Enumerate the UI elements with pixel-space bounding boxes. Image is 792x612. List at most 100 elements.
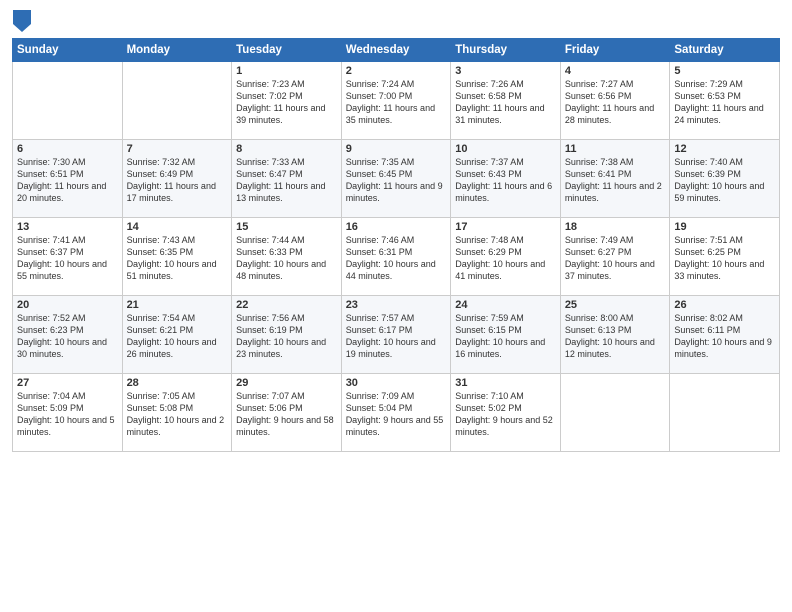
day-number: 29 xyxy=(236,377,337,389)
calendar-cell: 26Sunrise: 8:02 AM Sunset: 6:11 PM Dayli… xyxy=(670,296,780,374)
day-info: Sunrise: 7:26 AM Sunset: 6:58 PM Dayligh… xyxy=(455,78,556,127)
calendar-cell: 24Sunrise: 7:59 AM Sunset: 6:15 PM Dayli… xyxy=(451,296,561,374)
day-number: 12 xyxy=(674,143,775,155)
calendar-cell: 11Sunrise: 7:38 AM Sunset: 6:41 PM Dayli… xyxy=(560,140,670,218)
calendar-cell xyxy=(560,374,670,452)
calendar-cell xyxy=(13,62,123,140)
day-of-week-header: Monday xyxy=(122,39,232,62)
day-number: 2 xyxy=(346,65,447,77)
calendar-cell: 16Sunrise: 7:46 AM Sunset: 6:31 PM Dayli… xyxy=(341,218,451,296)
day-number: 9 xyxy=(346,143,447,155)
day-info: Sunrise: 7:54 AM Sunset: 6:21 PM Dayligh… xyxy=(127,312,228,361)
day-number: 27 xyxy=(17,377,118,389)
calendar-cell: 9Sunrise: 7:35 AM Sunset: 6:45 PM Daylig… xyxy=(341,140,451,218)
calendar-cell: 3Sunrise: 7:26 AM Sunset: 6:58 PM Daylig… xyxy=(451,62,561,140)
calendar-header-row: SundayMondayTuesdayWednesdayThursdayFrid… xyxy=(13,39,780,62)
day-info: Sunrise: 7:09 AM Sunset: 5:04 PM Dayligh… xyxy=(346,390,447,439)
calendar-table: SundayMondayTuesdayWednesdayThursdayFrid… xyxy=(12,38,780,452)
calendar-cell: 27Sunrise: 7:04 AM Sunset: 5:09 PM Dayli… xyxy=(13,374,123,452)
calendar-cell: 20Sunrise: 7:52 AM Sunset: 6:23 PM Dayli… xyxy=(13,296,123,374)
day-number: 5 xyxy=(674,65,775,77)
calendar-cell: 14Sunrise: 7:43 AM Sunset: 6:35 PM Dayli… xyxy=(122,218,232,296)
calendar-cell: 22Sunrise: 7:56 AM Sunset: 6:19 PM Dayli… xyxy=(232,296,342,374)
day-number: 14 xyxy=(127,221,228,233)
calendar-cell: 21Sunrise: 7:54 AM Sunset: 6:21 PM Dayli… xyxy=(122,296,232,374)
calendar-cell: 17Sunrise: 7:48 AM Sunset: 6:29 PM Dayli… xyxy=(451,218,561,296)
day-number: 24 xyxy=(455,299,556,311)
day-number: 3 xyxy=(455,65,556,77)
calendar-week-row: 1Sunrise: 7:23 AM Sunset: 7:02 PM Daylig… xyxy=(13,62,780,140)
day-of-week-header: Tuesday xyxy=(232,39,342,62)
logo-general xyxy=(12,10,31,32)
day-info: Sunrise: 7:23 AM Sunset: 7:02 PM Dayligh… xyxy=(236,78,337,127)
day-of-week-header: Friday xyxy=(560,39,670,62)
day-info: Sunrise: 7:52 AM Sunset: 6:23 PM Dayligh… xyxy=(17,312,118,361)
day-number: 8 xyxy=(236,143,337,155)
day-info: Sunrise: 7:43 AM Sunset: 6:35 PM Dayligh… xyxy=(127,234,228,283)
day-info: Sunrise: 7:37 AM Sunset: 6:43 PM Dayligh… xyxy=(455,156,556,205)
day-info: Sunrise: 7:24 AM Sunset: 7:00 PM Dayligh… xyxy=(346,78,447,127)
day-info: Sunrise: 7:07 AM Sunset: 5:06 PM Dayligh… xyxy=(236,390,337,439)
calendar-cell: 12Sunrise: 7:40 AM Sunset: 6:39 PM Dayli… xyxy=(670,140,780,218)
day-number: 10 xyxy=(455,143,556,155)
calendar-cell: 1Sunrise: 7:23 AM Sunset: 7:02 PM Daylig… xyxy=(232,62,342,140)
calendar-cell: 10Sunrise: 7:37 AM Sunset: 6:43 PM Dayli… xyxy=(451,140,561,218)
header xyxy=(12,10,780,32)
calendar-cell: 29Sunrise: 7:07 AM Sunset: 5:06 PM Dayli… xyxy=(232,374,342,452)
calendar-cell: 5Sunrise: 7:29 AM Sunset: 6:53 PM Daylig… xyxy=(670,62,780,140)
day-info: Sunrise: 7:57 AM Sunset: 6:17 PM Dayligh… xyxy=(346,312,447,361)
day-info: Sunrise: 7:46 AM Sunset: 6:31 PM Dayligh… xyxy=(346,234,447,283)
day-number: 18 xyxy=(565,221,666,233)
day-info: Sunrise: 7:44 AM Sunset: 6:33 PM Dayligh… xyxy=(236,234,337,283)
calendar-week-row: 13Sunrise: 7:41 AM Sunset: 6:37 PM Dayli… xyxy=(13,218,780,296)
day-number: 15 xyxy=(236,221,337,233)
day-info: Sunrise: 7:27 AM Sunset: 6:56 PM Dayligh… xyxy=(565,78,666,127)
calendar-cell xyxy=(670,374,780,452)
calendar-cell: 30Sunrise: 7:09 AM Sunset: 5:04 PM Dayli… xyxy=(341,374,451,452)
day-info: Sunrise: 7:49 AM Sunset: 6:27 PM Dayligh… xyxy=(565,234,666,283)
calendar-cell: 4Sunrise: 7:27 AM Sunset: 6:56 PM Daylig… xyxy=(560,62,670,140)
calendar-cell: 2Sunrise: 7:24 AM Sunset: 7:00 PM Daylig… xyxy=(341,62,451,140)
day-info: Sunrise: 7:10 AM Sunset: 5:02 PM Dayligh… xyxy=(455,390,556,439)
day-of-week-header: Wednesday xyxy=(341,39,451,62)
day-number: 22 xyxy=(236,299,337,311)
day-info: Sunrise: 7:29 AM Sunset: 6:53 PM Dayligh… xyxy=(674,78,775,127)
day-number: 17 xyxy=(455,221,556,233)
calendar-cell: 25Sunrise: 8:00 AM Sunset: 6:13 PM Dayli… xyxy=(560,296,670,374)
day-info: Sunrise: 7:56 AM Sunset: 6:19 PM Dayligh… xyxy=(236,312,337,361)
calendar-cell: 28Sunrise: 7:05 AM Sunset: 5:08 PM Dayli… xyxy=(122,374,232,452)
day-info: Sunrise: 7:04 AM Sunset: 5:09 PM Dayligh… xyxy=(17,390,118,439)
day-number: 6 xyxy=(17,143,118,155)
day-info: Sunrise: 7:33 AM Sunset: 6:47 PM Dayligh… xyxy=(236,156,337,205)
calendar-cell: 7Sunrise: 7:32 AM Sunset: 6:49 PM Daylig… xyxy=(122,140,232,218)
day-info: Sunrise: 7:40 AM Sunset: 6:39 PM Dayligh… xyxy=(674,156,775,205)
day-number: 28 xyxy=(127,377,228,389)
day-number: 23 xyxy=(346,299,447,311)
day-number: 13 xyxy=(17,221,118,233)
day-info: Sunrise: 8:00 AM Sunset: 6:13 PM Dayligh… xyxy=(565,312,666,361)
day-number: 25 xyxy=(565,299,666,311)
day-info: Sunrise: 7:05 AM Sunset: 5:08 PM Dayligh… xyxy=(127,390,228,439)
calendar-cell: 31Sunrise: 7:10 AM Sunset: 5:02 PM Dayli… xyxy=(451,374,561,452)
day-number: 11 xyxy=(565,143,666,155)
calendar-cell: 13Sunrise: 7:41 AM Sunset: 6:37 PM Dayli… xyxy=(13,218,123,296)
day-number: 7 xyxy=(127,143,228,155)
day-number: 26 xyxy=(674,299,775,311)
day-of-week-header: Thursday xyxy=(451,39,561,62)
day-of-week-header: Saturday xyxy=(670,39,780,62)
day-info: Sunrise: 7:35 AM Sunset: 6:45 PM Dayligh… xyxy=(346,156,447,205)
day-number: 31 xyxy=(455,377,556,389)
day-number: 21 xyxy=(127,299,228,311)
day-number: 1 xyxy=(236,65,337,77)
day-info: Sunrise: 7:30 AM Sunset: 6:51 PM Dayligh… xyxy=(17,156,118,205)
day-number: 30 xyxy=(346,377,447,389)
calendar-week-row: 20Sunrise: 7:52 AM Sunset: 6:23 PM Dayli… xyxy=(13,296,780,374)
day-info: Sunrise: 7:48 AM Sunset: 6:29 PM Dayligh… xyxy=(455,234,556,283)
day-info: Sunrise: 7:41 AM Sunset: 6:37 PM Dayligh… xyxy=(17,234,118,283)
day-number: 16 xyxy=(346,221,447,233)
calendar-cell: 15Sunrise: 7:44 AM Sunset: 6:33 PM Dayli… xyxy=(232,218,342,296)
calendar-cell: 6Sunrise: 7:30 AM Sunset: 6:51 PM Daylig… xyxy=(13,140,123,218)
day-info: Sunrise: 7:32 AM Sunset: 6:49 PM Dayligh… xyxy=(127,156,228,205)
calendar-cell: 19Sunrise: 7:51 AM Sunset: 6:25 PM Dayli… xyxy=(670,218,780,296)
calendar-cell: 18Sunrise: 7:49 AM Sunset: 6:27 PM Dayli… xyxy=(560,218,670,296)
